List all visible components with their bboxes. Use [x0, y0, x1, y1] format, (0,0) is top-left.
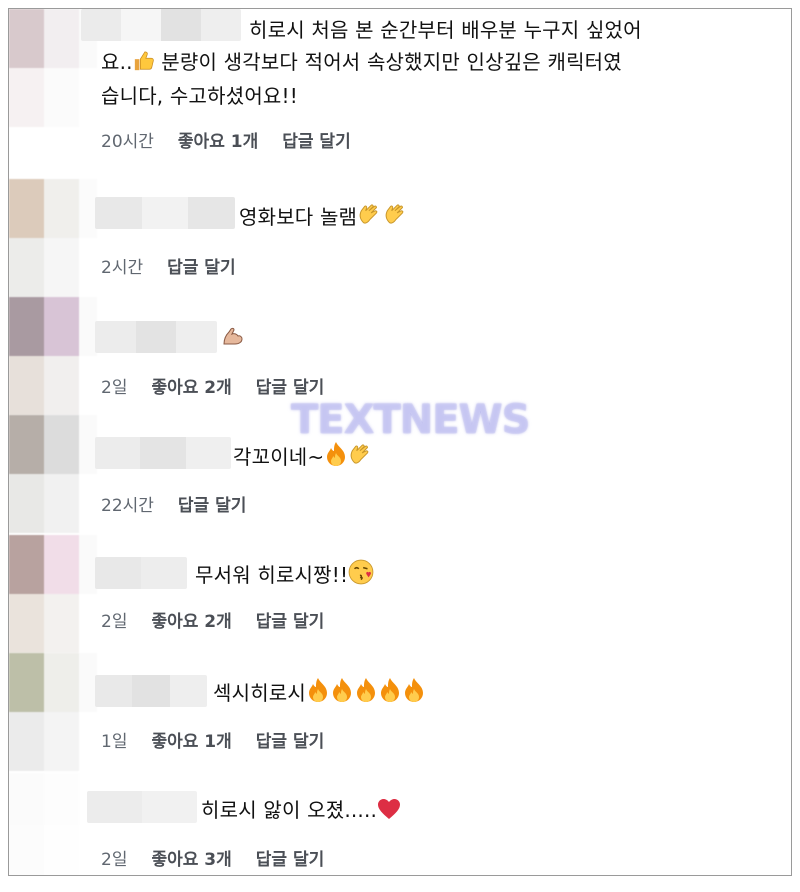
thumbs-up-icon	[133, 50, 155, 81]
comment-text: 요.. 분량이 생각보다 적어서 속상했지만 인상깊은 캐릭터였	[101, 47, 622, 81]
commenter-name[interactable]	[87, 791, 197, 823]
fire-icon	[402, 677, 426, 712]
comment-meta: 20시간 좋아요 1개 답글 달기	[101, 127, 351, 152]
clapping-hands-icon	[357, 201, 383, 236]
commenter-name[interactable]	[81, 9, 241, 41]
like-count[interactable]: 좋아요 1개	[178, 127, 258, 152]
reply-button[interactable]: 답글 달기	[256, 845, 324, 870]
reply-button[interactable]: 답글 달기	[282, 127, 350, 152]
comment-meta: 2일 좋아요 2개 답글 달기	[101, 607, 324, 632]
fire-icon	[306, 677, 330, 712]
comment-text: 습니다, 수고하셨어요!!	[101, 84, 298, 108]
watermark-logo: TEXTNEWS	[291, 397, 530, 443]
comment-meta: 1일 좋아요 1개 답글 달기	[101, 727, 324, 752]
clapping-hands-icon	[383, 201, 409, 236]
comment-text: 무서워 히로시짱!!	[195, 559, 374, 594]
timestamp[interactable]: 20시간	[101, 127, 154, 152]
commenter-name[interactable]	[95, 437, 231, 469]
like-count[interactable]: 좋아요 2개	[151, 373, 231, 398]
comment-feed: 히로시 처음 본 순간부터 배우분 누구지 싶었어 요.. 분량이 생각보다 적…	[8, 8, 792, 876]
reply-button[interactable]: 답글 달기	[256, 727, 324, 752]
commenter-name[interactable]	[95, 321, 217, 353]
red-heart-icon	[377, 798, 401, 829]
comment-meta: 2시간 답글 달기	[101, 253, 236, 278]
fire-icon	[324, 441, 348, 476]
avatar[interactable]	[9, 179, 97, 297]
timestamp[interactable]: 2일	[101, 607, 127, 632]
timestamp[interactable]: 2시간	[101, 253, 143, 278]
like-count[interactable]: 좋아요 2개	[151, 607, 231, 632]
commenter-name[interactable]	[95, 197, 235, 229]
flexed-biceps-icon	[221, 324, 245, 357]
comment-meta: 2일 좋아요 3개 답글 달기	[101, 845, 324, 870]
reply-button[interactable]: 답글 달기	[178, 491, 246, 516]
commenter-name[interactable]	[95, 557, 187, 589]
comment-text	[221, 323, 245, 357]
comment-text: 히로시 처음 본 순간부터 배우분 누구지 싶었어	[249, 18, 642, 42]
fire-icon	[378, 677, 402, 712]
avatar[interactable]	[9, 773, 97, 875]
reply-button[interactable]: 답글 달기	[167, 253, 235, 278]
avatar[interactable]	[9, 653, 97, 771]
comment-text: 히로시 앓이 오졌.....	[201, 795, 401, 829]
timestamp[interactable]: 1일	[101, 727, 127, 752]
timestamp[interactable]: 2일	[101, 845, 127, 870]
reply-button[interactable]: 답글 달기	[256, 607, 324, 632]
comment-text: 각꼬이네~	[233, 441, 374, 476]
comment-meta: 2일 좋아요 2개 답글 달기	[101, 373, 324, 398]
timestamp[interactable]: 22시간	[101, 491, 154, 516]
timestamp[interactable]: 2일	[101, 373, 127, 398]
clapping-hands-icon	[348, 441, 374, 476]
like-count[interactable]: 좋아요 1개	[151, 727, 231, 752]
like-count[interactable]: 좋아요 3개	[151, 845, 231, 870]
avatar[interactable]	[9, 415, 97, 533]
fire-icon	[330, 677, 354, 712]
face-blowing-kiss-icon	[348, 559, 374, 594]
avatar[interactable]	[9, 297, 97, 415]
comment-meta: 22시간 답글 달기	[101, 491, 246, 516]
reply-button[interactable]: 답글 달기	[256, 373, 324, 398]
commenter-name[interactable]	[95, 675, 207, 707]
avatar[interactable]	[9, 535, 97, 653]
comment-text: 영화보다 놀램	[239, 201, 409, 236]
fire-icon	[354, 677, 378, 712]
comment-text: 섹시히로시	[213, 677, 426, 712]
